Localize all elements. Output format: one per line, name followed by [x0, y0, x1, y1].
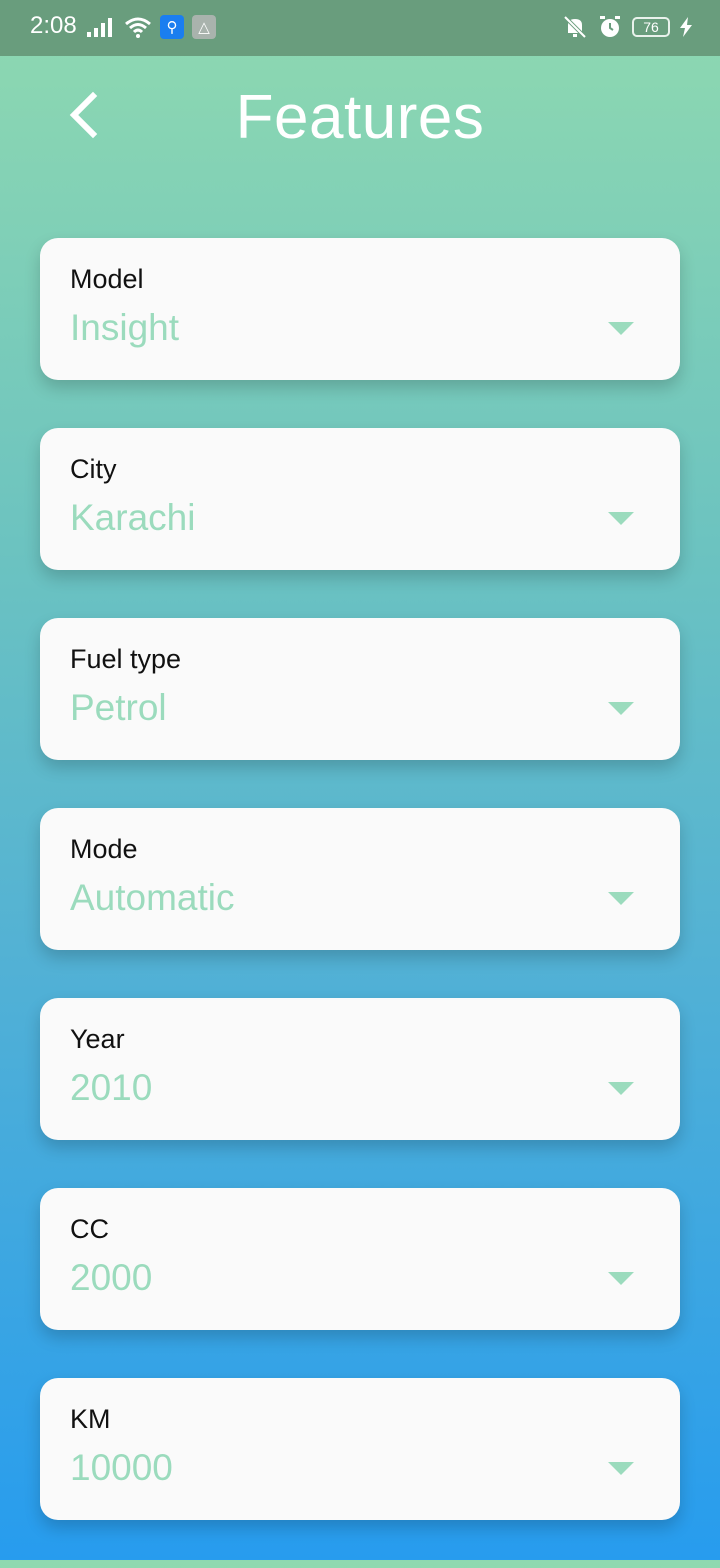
field-value: Automatic — [70, 877, 235, 918]
field-label: KM — [70, 1404, 111, 1434]
mode-dropdown[interactable]: Mode Automatic — [40, 808, 680, 950]
status-bar: 2:08 ⚲ △ 76 — [0, 0, 720, 56]
alarm-icon — [600, 16, 620, 37]
signal-icon — [87, 18, 112, 37]
fuel-type-dropdown[interactable]: Fuel type Petrol — [40, 618, 680, 760]
mute-icon — [563, 15, 587, 39]
dropdown-arrow-icon — [608, 1462, 634, 1475]
status-time: 2:08 — [30, 12, 77, 39]
charging-icon — [680, 17, 692, 37]
city-dropdown[interactable]: City Karachi — [40, 428, 680, 570]
field-value: Petrol — [70, 687, 167, 728]
field-label: Year — [70, 1024, 125, 1054]
field-value: Karachi — [70, 497, 196, 538]
app-header: Features — [0, 56, 720, 176]
wifi-icon — [125, 17, 151, 38]
dropdown-arrow-icon — [608, 702, 634, 715]
field-value: Insight — [70, 307, 180, 348]
app-notification-icon: △ — [192, 15, 216, 39]
model-dropdown[interactable]: Model Insight — [40, 238, 680, 380]
field-label: Mode — [70, 834, 138, 864]
field-label: Model — [70, 264, 144, 294]
features-form: Model Insight City Karachi Fuel type Pet… — [40, 238, 680, 1568]
cc-dropdown[interactable]: CC 2000 — [40, 1188, 680, 1330]
battery-icon: 76 — [632, 17, 670, 37]
km-dropdown[interactable]: KM 10000 — [40, 1378, 680, 1520]
field-label: City — [70, 454, 117, 484]
field-value: 2000 — [70, 1257, 153, 1298]
field-value: 2010 — [70, 1067, 153, 1108]
field-value: 10000 — [70, 1447, 173, 1488]
field-label: CC — [70, 1214, 109, 1244]
page-title: Features — [235, 83, 485, 152]
year-dropdown[interactable]: Year 2010 — [40, 998, 680, 1140]
battery-level: 76 — [643, 19, 659, 35]
dropdown-arrow-icon — [608, 322, 634, 335]
dropdown-arrow-icon — [608, 892, 634, 905]
dropdown-arrow-icon — [608, 512, 634, 525]
field-label: Fuel type — [70, 644, 182, 674]
usb-icon: ⚲ — [160, 15, 184, 39]
dropdown-arrow-icon — [608, 1272, 634, 1285]
dropdown-arrow-icon — [608, 1082, 634, 1095]
